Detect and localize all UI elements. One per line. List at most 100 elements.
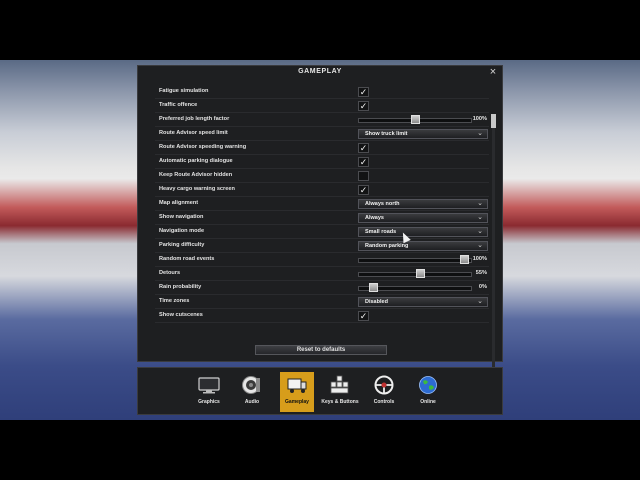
setting-dropdown[interactable]: Small roads ⌄ [358, 227, 488, 237]
setting-checkbox[interactable]: ✓ [358, 185, 369, 195]
setting-label: Fatigue simulation [159, 88, 209, 94]
tab-gameplay[interactable]: Gameplay [280, 372, 314, 412]
setting-row: Detours 55% [155, 268, 489, 281]
scrollbar[interactable] [491, 114, 496, 370]
setting-row: Keep Route Advisor hidden [155, 170, 489, 183]
setting-label: Automatic parking dialogue [159, 158, 233, 164]
setting-row: Parking difficulty Random parking ⌄ [155, 240, 489, 253]
setting-label: Preferred job length factor [159, 116, 230, 122]
dropdown-value: Show truck limit [365, 131, 408, 137]
setting-label: Detours [159, 270, 181, 276]
setting-label: Time zones [159, 298, 190, 304]
setting-row: Route Advisor speed limit Show truck limi… [155, 128, 489, 141]
checkmark-icon: ✓ [359, 143, 368, 153]
setting-dropdown[interactable]: Disabled ⌄ [358, 297, 488, 307]
checkmark-icon: ✓ [359, 185, 368, 195]
tab-label: Online [420, 399, 436, 405]
setting-checkbox[interactable] [358, 171, 369, 181]
tab-keys-buttons[interactable]: Keys & Buttons [321, 372, 359, 412]
chevron-down-icon: ⌄ [477, 200, 483, 207]
settings-tab-bar: Graphics Audio Gameplay Keys & Buttons Contr… [137, 367, 503, 415]
setting-label: Parking difficulty [159, 242, 205, 248]
setting-label: Route Advisor speed limit [159, 130, 228, 136]
close-icon[interactable]: × [488, 67, 498, 78]
keyboard-icon [329, 375, 351, 395]
setting-checkbox[interactable]: ✓ [358, 311, 369, 321]
reset-to-defaults-button[interactable]: Reset to defaults [255, 345, 387, 355]
setting-label: Navigation mode [159, 228, 205, 234]
setting-checkbox[interactable]: ✓ [358, 143, 369, 153]
tab-online[interactable]: Online [411, 372, 445, 412]
setting-label: Keep Route Advisor hidden [159, 172, 233, 178]
tab-label: Graphics [198, 399, 220, 405]
setting-row: Automatic parking dialogue ✓ [155, 156, 489, 169]
setting-row: Rain probability 0% [155, 282, 489, 295]
scroll-thumb[interactable] [491, 114, 496, 128]
panel-title: GAMEPLAY [298, 68, 342, 75]
speaker-icon [241, 375, 263, 395]
slider-thumb[interactable] [416, 269, 426, 278]
slider-value: 100% [472, 116, 487, 122]
tab-audio[interactable]: Audio [235, 372, 269, 412]
setting-dropdown[interactable]: Random parking ⌄ [358, 241, 488, 251]
setting-label: Heavy cargo warning screen [159, 186, 235, 192]
settings-panel: GAMEPLAY × Fatigue simulation ✓ Traffic of… [137, 65, 503, 370]
setting-slider[interactable] [358, 255, 472, 264]
setting-row: Show cutscenes ✓ [155, 310, 489, 323]
dropdown-value: Small roads [365, 229, 397, 235]
globe-icon [417, 375, 439, 395]
setting-row: Fatigue simulation ✓ [155, 86, 489, 99]
setting-dropdown[interactable]: Always ⌄ [358, 213, 488, 223]
setting-label: Show navigation [159, 214, 204, 220]
setting-slider[interactable] [358, 283, 472, 292]
tab-graphics[interactable]: Graphics [192, 372, 226, 412]
slider-value: 55% [475, 270, 487, 276]
slider-value: 0% [478, 284, 487, 290]
checkmark-icon: ✓ [359, 157, 368, 167]
setting-row: Preferred job length factor 100% [155, 114, 489, 127]
tab-label: Keys & Buttons [321, 399, 359, 405]
setting-label: Route Advisor speeding warning [159, 144, 247, 150]
setting-checkbox[interactable]: ✓ [358, 101, 369, 111]
setting-dropdown[interactable]: Show truck limit ⌄ [358, 129, 488, 139]
setting-row: Random road events 100% [155, 254, 489, 267]
setting-row: Route Advisor speeding warning ✓ [155, 142, 489, 155]
setting-row: Navigation mode Small roads ⌄ [155, 226, 489, 239]
slider-thumb[interactable] [411, 115, 420, 124]
setting-label: Map alignment [159, 200, 199, 206]
tab-label: Gameplay [285, 399, 309, 405]
dropdown-value: Disabled [365, 299, 388, 305]
chevron-down-icon: ⌄ [477, 228, 483, 235]
steering-wheel-icon [373, 375, 395, 395]
setting-label: Random road events [159, 256, 215, 262]
setting-row: Show navigation Always ⌄ [155, 212, 489, 225]
setting-checkbox[interactable]: ✓ [358, 87, 369, 97]
dropdown-value: Random parking [365, 243, 409, 249]
slider-thumb[interactable] [459, 255, 469, 264]
checkmark-icon: ✓ [359, 311, 368, 321]
chevron-down-icon: ⌄ [477, 298, 483, 305]
slider-thumb[interactable] [369, 283, 379, 292]
letterbox-bottom [0, 420, 640, 480]
tab-controls[interactable]: Controls [367, 372, 401, 412]
setting-label: Show cutscenes [159, 312, 203, 318]
chevron-down-icon: ⌄ [477, 214, 483, 221]
checkmark-icon: ✓ [359, 87, 368, 97]
setting-dropdown[interactable]: Always north ⌄ [358, 199, 488, 209]
setting-row: Map alignment Always north ⌄ [155, 198, 489, 211]
setting-label: Traffic offence [159, 102, 198, 108]
tab-label: Controls [373, 399, 395, 405]
setting-row: Heavy cargo warning screen ✓ [155, 184, 489, 197]
setting-slider[interactable] [358, 269, 472, 278]
slider-value: 100% [472, 256, 487, 262]
setting-slider[interactable] [358, 115, 472, 124]
monitor-icon [198, 375, 220, 395]
chevron-down-icon: ⌄ [477, 242, 483, 249]
tab-label: Audio [244, 399, 260, 405]
dropdown-value: Always [365, 215, 384, 221]
checkmark-icon: ✓ [359, 101, 368, 111]
setting-checkbox[interactable]: ✓ [358, 157, 369, 167]
setting-label: Rain probability [159, 284, 202, 290]
setting-row: Time zones Disabled ⌄ [155, 296, 489, 309]
dropdown-value: Always north [365, 201, 400, 207]
